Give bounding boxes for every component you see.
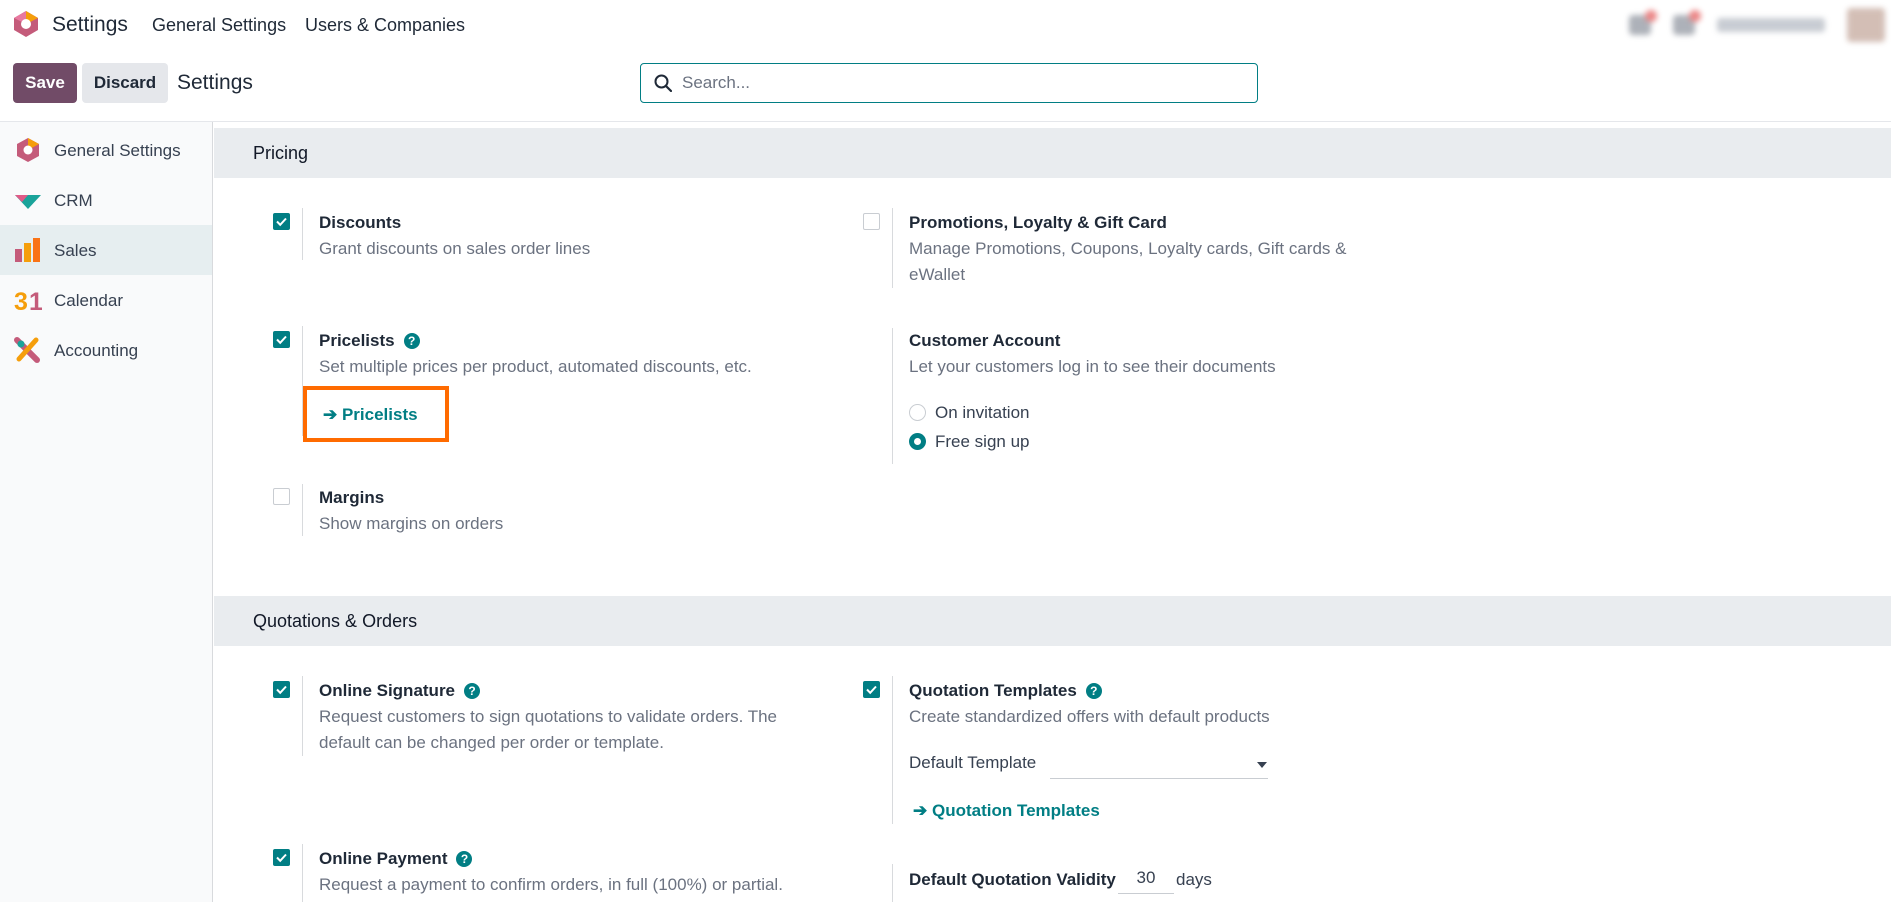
help-icon[interactable]: ? (456, 851, 473, 867)
crm-icon (15, 195, 41, 209)
section-title: Quotations & Orders (253, 611, 418, 631)
section-title: Pricing (253, 143, 309, 163)
customer-account-title: Customer Account (909, 331, 1061, 350)
top-navbar: Settings General Settings Users & Compan… (0, 0, 1891, 50)
customer-account-description: Let your customers log in to see their d… (909, 357, 1276, 376)
avatar[interactable] (1847, 8, 1885, 42)
section-header-pricing: Pricing (214, 128, 1891, 178)
megaphone-icon[interactable] (1629, 10, 1657, 35)
sidebar-item-label: Accounting (54, 341, 139, 360)
sidebar-item-accounting[interactable]: Accounting (0, 325, 212, 375)
arrow-right-icon: ➔ (913, 801, 932, 820)
default-validity-title: Default Quotation Validity (909, 870, 1116, 889)
help-icon[interactable]: ? (464, 683, 481, 699)
search-icon (654, 74, 672, 92)
margins-checkbox[interactable] (273, 488, 290, 505)
check-icon (276, 217, 287, 227)
arrow-right-icon: ➔ (323, 405, 342, 424)
caret-down-icon[interactable] (1257, 762, 1267, 768)
accounting-icon (14, 337, 40, 363)
online-signature-title-text: Online Signature (319, 681, 456, 700)
select-underline (1050, 778, 1268, 779)
validity-unit: days (1176, 870, 1212, 889)
sidebar-item-general-settings[interactable]: General Settings (0, 125, 212, 175)
quotation-templates-link[interactable]: ➔ Quotation Templates (913, 801, 1100, 821)
sidebar-item-sales[interactable]: Sales (0, 225, 212, 275)
quotation-templates-title-text: Quotation Templates (909, 681, 1077, 700)
quotation-templates-description: Create standardized offers with default … (909, 707, 1270, 726)
validity-days-input[interactable]: 30 (1118, 868, 1174, 894)
menu-general-settings[interactable]: General Settings (152, 15, 286, 36)
chat-icon[interactable] (1673, 10, 1701, 35)
divider (892, 676, 893, 824)
divider (0, 121, 1891, 122)
save-button[interactable]: Save (13, 63, 77, 103)
search-input[interactable] (682, 73, 1222, 93)
check-icon (276, 335, 287, 345)
margins-title: Margins (319, 488, 385, 507)
check-icon (276, 853, 287, 863)
divider (892, 208, 893, 288)
radio-label-free-sign-up: Free sign up (935, 432, 1030, 451)
systray (1629, 8, 1891, 42)
app-name[interactable]: Settings (52, 13, 128, 37)
margins-description: Show margins on orders (319, 514, 504, 533)
breadcrumb: Settings (177, 71, 253, 94)
divider (892, 328, 893, 464)
online-signature-title: Online Signature? (319, 681, 481, 701)
online-signature-checkbox[interactable] (273, 681, 290, 698)
settings-sidebar: General Settings CRM Sales 3 1 Calendar … (0, 122, 213, 902)
sidebar-item-label: CRM (54, 191, 93, 210)
sidebar-item-label: Calendar (54, 291, 123, 310)
general-settings-icon (17, 138, 39, 162)
discard-button[interactable]: Discard (82, 63, 168, 103)
promotions-description: Manage Promotions, Coupons, Loyalty card… (909, 239, 1347, 284)
radio-label-on-invitation: On invitation (935, 403, 1030, 422)
check-icon (276, 685, 287, 695)
online-payment-checkbox[interactable] (273, 849, 290, 866)
promotions-title: Promotions, Loyalty & Gift Card (909, 213, 1167, 232)
discounts-checkbox[interactable] (273, 213, 290, 230)
quotation-templates-checkbox[interactable] (863, 681, 880, 698)
section-header-quotations-orders: Quotations & Orders (214, 596, 1891, 646)
sales-icon (15, 238, 40, 262)
radio-free-sign-up[interactable] (909, 433, 926, 450)
quotation-templates-link-label: Quotation Templates (931, 801, 1100, 820)
search-bar[interactable] (640, 63, 1258, 103)
promotions-checkbox[interactable] (863, 213, 880, 230)
sidebar-item-calendar[interactable]: 3 1 Calendar (0, 275, 212, 325)
pricelists-link-label: Pricelists (341, 405, 418, 424)
help-icon[interactable]: ? (1085, 683, 1102, 699)
online-signature-description: Request customers to sign quotations to … (319, 707, 777, 752)
pricelists-title: Pricelists? (319, 331, 420, 351)
online-payment-description: Request a payment to confirm orders, in … (319, 875, 783, 894)
sidebar-item-crm[interactable]: CRM (0, 175, 212, 225)
check-icon (866, 685, 877, 695)
settings-app-icon[interactable] (13, 10, 39, 38)
discounts-title: Discounts (319, 213, 402, 232)
sidebar-item-label: Sales (54, 241, 97, 260)
divider (302, 676, 303, 756)
pricelists-link[interactable]: ➔ Pricelists (323, 405, 418, 425)
svg-text:1: 1 (29, 288, 42, 313)
calendar-icon: 3 1 (14, 288, 42, 313)
pricelists-title-text: Pricelists (319, 331, 395, 350)
online-payment-title-text: Online Payment (319, 849, 448, 868)
discounts-description: Grant discounts on sales order lines (319, 239, 591, 258)
svg-text:3: 3 (14, 288, 28, 313)
divider (892, 864, 893, 902)
company-switcher[interactable] (1717, 18, 1825, 32)
divider (302, 484, 303, 536)
online-payment-title: Online Payment? (319, 849, 473, 869)
quotation-templates-title: Quotation Templates? (909, 681, 1102, 701)
divider (302, 208, 303, 260)
default-template-label: Default Template (909, 753, 1037, 772)
radio-on-invitation[interactable] (909, 404, 926, 421)
pricelists-checkbox[interactable] (273, 331, 290, 348)
menu-users-companies[interactable]: Users & Companies (305, 15, 465, 36)
pricelists-description: Set multiple prices per product, automat… (319, 357, 752, 376)
divider (302, 844, 303, 902)
sidebar-item-label: General Settings (54, 141, 181, 160)
help-icon[interactable]: ? (403, 333, 420, 349)
